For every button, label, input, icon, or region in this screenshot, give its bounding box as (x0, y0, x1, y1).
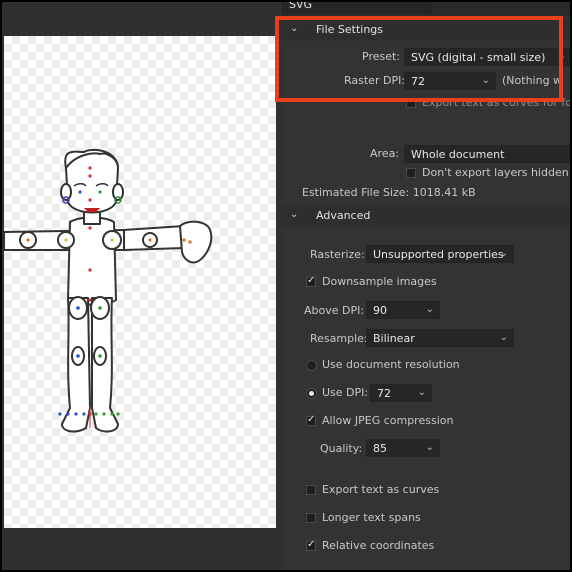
advanced-title: Advanced (316, 209, 371, 222)
rasterize-dropdown[interactable]: Unsupported properties ⌄ (366, 245, 514, 263)
format-dropdown[interactable]: SVG (282, 2, 432, 13)
rasterize-label: Rasterize: (310, 248, 365, 261)
downsample-label: Downsample images (322, 275, 437, 288)
dont-export-hidden-checkbox[interactable] (406, 168, 416, 178)
longer-text-spans-label: Longer text spans (322, 511, 421, 524)
relative-coordinates-label: Relative coordinates (322, 539, 435, 552)
chevron-down-icon: ⌄ (290, 209, 299, 220)
allow-jpeg-label: Allow JPEG compression (322, 414, 454, 427)
character-illustration (4, 148, 213, 433)
chevron-down-icon: ⌄ (425, 442, 434, 453)
format-value: SVG (289, 2, 313, 11)
relative-coordinates-checkbox[interactable] (306, 539, 316, 551)
quality-value: 85 (373, 442, 387, 455)
chevron-down-icon: ⌄ (499, 248, 508, 259)
quality-field[interactable]: 85 ⌄ (366, 439, 440, 457)
chevron-down-icon: ⌄ (417, 387, 426, 398)
app-window: SVG ⌄ File Settings Preset: SVG (digital… (2, 2, 570, 570)
rasterize-value: Unsupported properties (373, 248, 504, 261)
above-dpi-value: 90 (373, 304, 387, 317)
allow-jpeg-checkbox[interactable] (306, 414, 316, 426)
above-dpi-label: Above DPI: (304, 304, 365, 317)
use-dpi-field[interactable]: 72 ⌄ (370, 384, 432, 402)
downsample-checkbox[interactable] (306, 275, 316, 287)
format-bar: SVG (282, 2, 570, 16)
right-hand (179, 220, 213, 264)
use-document-resolution-label: Use document resolution (322, 358, 460, 371)
export-text-curves-checkbox[interactable] (306, 485, 316, 495)
screenshot-frame: SVG ⌄ File Settings Preset: SVG (digital… (0, 0, 572, 572)
longer-text-spans-checkbox[interactable] (306, 513, 316, 523)
highlight-box (275, 16, 563, 102)
use-document-resolution-radio[interactable] (306, 360, 317, 371)
chevron-down-icon: ⌄ (499, 332, 508, 343)
dont-export-hidden-label: Don't export layers hidden by (422, 166, 570, 179)
neck (83, 211, 101, 225)
use-dpi-label: Use DPI: (322, 386, 369, 399)
quality-label: Quality: (320, 442, 363, 455)
resample-dropdown[interactable]: Bilinear ⌄ (366, 329, 514, 347)
export-text-curves-label: Export text as curves (322, 483, 440, 496)
area-dropdown[interactable]: Whole document (404, 145, 570, 163)
resample-value: Bilinear (373, 332, 415, 345)
area-value: Whole document (411, 148, 505, 161)
above-dpi-field[interactable]: 90 ⌄ (366, 301, 440, 319)
use-dpi-radio[interactable] (306, 388, 317, 399)
estimated-file-size: Estimated File Size: 1018.41 kB (302, 186, 476, 199)
chevron-down-icon: ⌄ (425, 304, 434, 315)
document-canvas[interactable] (4, 36, 276, 528)
resample-label: Resample: (310, 332, 368, 345)
advanced-header[interactable]: ⌄ Advanced (282, 205, 570, 227)
use-dpi-value: 72 (377, 387, 391, 400)
area-label: Area: (370, 147, 400, 160)
